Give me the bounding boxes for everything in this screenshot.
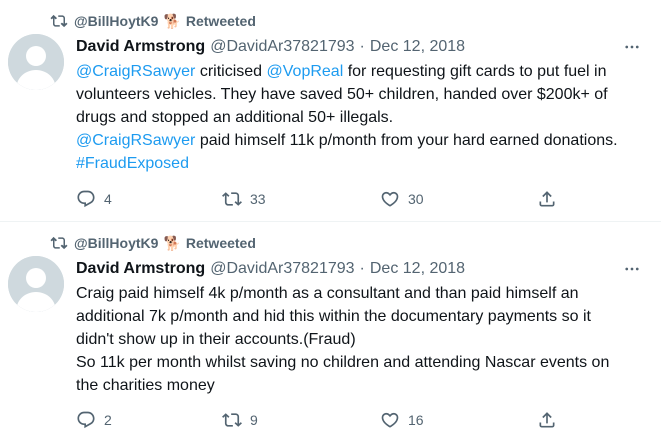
mention-link[interactable]: @VopReal: [267, 63, 344, 80]
dog-emoji: 🐕: [163, 13, 181, 29]
timeline: @BillHoytK9 🐕 Retweeted David Armstrong …: [0, 0, 661, 443]
separator: ·: [359, 38, 365, 55]
like-count: 16: [408, 412, 424, 428]
more-options-button[interactable]: [621, 36, 643, 58]
tweet-actions: 2 9 16: [76, 409, 576, 431]
author-name[interactable]: David Armstrong: [76, 260, 205, 278]
reply-button[interactable]: 2: [76, 410, 112, 430]
tweet-date[interactable]: Dec 12, 2018: [370, 38, 465, 56]
like-button[interactable]: 30: [380, 189, 424, 209]
retweeted-label: Retweeted: [185, 13, 256, 29]
retweet-context[interactable]: @BillHoytK9 🐕 Retweeted: [50, 12, 256, 30]
tweet-text-segment: criticised: [195, 63, 267, 80]
retweet-count: 33: [250, 191, 266, 207]
author-name[interactable]: David Armstrong: [76, 38, 205, 56]
mention-link[interactable]: @CraigRSawyer: [76, 132, 195, 149]
retweeter-handle[interactable]: @BillHoytK9: [74, 13, 158, 29]
share-icon: [539, 412, 555, 428]
tweet-header: David Armstrong @DavidAr37821793 · Dec 1…: [76, 258, 651, 280]
like-count: 30: [408, 191, 424, 207]
reply-count: 2: [104, 412, 112, 428]
tweet-body: David Armstrong @DavidAr37821793 · Dec 1…: [76, 258, 651, 397]
tweet[interactable]: @BillHoytK9 🐕 Retweeted David Armstrong …: [0, 0, 661, 222]
more-options-button[interactable]: [621, 258, 643, 280]
dog-emoji: 🐕: [163, 235, 181, 251]
default-avatar-icon: [8, 34, 64, 90]
author-handle[interactable]: @DavidAr37821793: [210, 260, 354, 278]
more-icon: [625, 267, 639, 271]
tweet-body: David Armstrong @DavidAr37821793 · Dec 1…: [76, 36, 651, 175]
tweet[interactable]: @BillHoytK9 🐕 Retweeted David Armstrong …: [0, 222, 661, 443]
reply-count: 4: [104, 191, 112, 207]
avatar[interactable]: [8, 34, 64, 90]
tweet-text: Craig paid himself 4k p/month as a consu…: [76, 282, 651, 397]
tweet-text-segment: paid himself 11k p/month from your hard …: [199, 132, 618, 149]
tweet-date[interactable]: Dec 12, 2018: [370, 260, 465, 278]
tweet-text: @CraigRSawyer criticised @VopReal for re…: [76, 60, 651, 175]
share-icon: [539, 191, 555, 207]
retweeter-handle[interactable]: @BillHoytK9: [74, 235, 158, 251]
mention-link[interactable]: @CraigRSawyer: [76, 63, 195, 80]
retweet-button[interactable]: 9: [222, 410, 258, 430]
reply-icon: [77, 190, 95, 208]
tweet-text-segment: Craig paid himself 4k p/month as a consu…: [76, 285, 610, 394]
tweet-header: David Armstrong @DavidAr37821793 · Dec 1…: [76, 36, 651, 58]
heart-icon: [381, 191, 399, 207]
like-button[interactable]: 16: [380, 410, 424, 430]
retweet-icon: [222, 413, 242, 427]
author-handle[interactable]: @DavidAr37821793: [210, 38, 354, 56]
hashtag-link[interactable]: #FraudExposed: [76, 155, 189, 172]
heart-icon: [381, 412, 399, 428]
share-button[interactable]: [537, 410, 557, 430]
share-button[interactable]: [537, 189, 557, 209]
retweet-count: 9: [250, 412, 258, 428]
avatar[interactable]: [8, 256, 64, 312]
retweet-icon: [50, 236, 68, 250]
reply-button[interactable]: 4: [76, 189, 112, 209]
reply-icon: [77, 411, 95, 429]
retweet-icon: [50, 14, 68, 28]
separator: ·: [359, 260, 365, 277]
retweet-context[interactable]: @BillHoytK9 🐕 Retweeted: [50, 234, 256, 252]
retweet-button[interactable]: 33: [222, 189, 266, 209]
default-avatar-icon: [8, 256, 64, 312]
more-icon: [625, 45, 639, 49]
retweeted-label: Retweeted: [185, 235, 256, 251]
tweet-actions: 4 33 30: [76, 188, 576, 210]
retweet-icon: [222, 192, 242, 206]
